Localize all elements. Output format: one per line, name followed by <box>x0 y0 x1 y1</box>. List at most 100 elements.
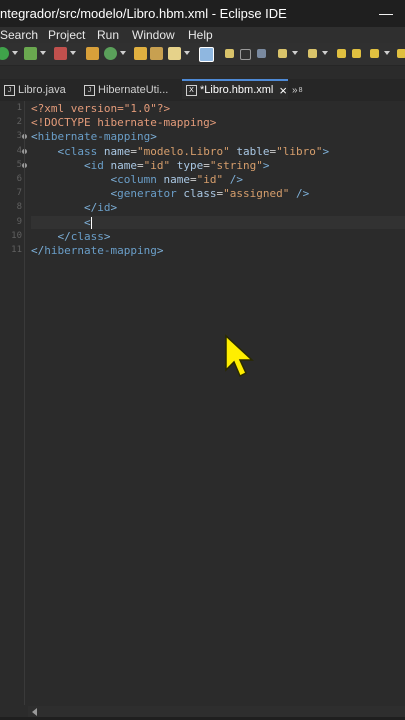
code-token: id <box>90 158 104 172</box>
tab-overflow[interactable]: » 8 <box>292 79 302 101</box>
minimize-button[interactable]: — <box>379 5 393 21</box>
code-token: column <box>117 173 157 186</box>
highlight-icon[interactable] <box>199 47 214 62</box>
xml-editor[interactable]: 1 2 3 4 5 6 7 8 9 10 11 <?xml version="1.0"?> <!DOC… <box>0 101 405 705</box>
code-token: = <box>130 144 137 158</box>
next-annotation-icon[interactable] <box>278 49 287 58</box>
toolbar <box>0 43 405 66</box>
menu-help[interactable]: Help <box>188 28 213 42</box>
code-line[interactable]: <column name="id" /> <box>31 173 243 186</box>
toggle-mark-icon[interactable] <box>225 49 234 58</box>
menu-run[interactable]: Run <box>97 28 119 42</box>
window-title: ntegrador/src/modelo/Libro.hbm.xml - Ecl… <box>0 6 287 21</box>
open-type-icon[interactable] <box>150 47 163 60</box>
menu-search[interactable]: Search <box>0 28 38 42</box>
code-line[interactable]: </id> <box>31 201 117 214</box>
scroll-left-icon[interactable] <box>32 708 37 716</box>
tab-label: Libro.java <box>18 84 66 96</box>
code-token: > <box>103 229 111 243</box>
code-line[interactable]: </class> <box>31 230 111 243</box>
line-number: 6 <box>16 174 22 184</box>
line-number: 8 <box>16 202 22 213</box>
code-token: generator <box>117 187 177 201</box>
code-token: table <box>236 144 270 158</box>
horizontal-scrollbar[interactable] <box>28 706 405 717</box>
java-file-icon: J <box>4 84 15 96</box>
code-line[interactable]: <?xml version="1.0"?> <box>31 102 170 115</box>
refresh-icon[interactable] <box>104 47 117 60</box>
code-token: > <box>262 158 270 172</box>
code-token: class <box>64 144 98 158</box>
menu-window[interactable]: Window <box>132 28 175 42</box>
chevron-down-icon[interactable] <box>184 51 190 55</box>
xml-file-icon: X <box>186 84 197 96</box>
block-selection-icon[interactable] <box>240 49 251 60</box>
code-token: name <box>103 144 131 158</box>
pencil-icon[interactable] <box>168 47 181 60</box>
code-token: < <box>83 215 91 229</box>
code-line[interactable]: < <box>31 216 91 229</box>
back-icon[interactable] <box>352 49 361 58</box>
line-number-gutter: 1 2 3 4 5 6 7 8 9 10 11 <box>0 101 27 705</box>
chevron-down-icon[interactable] <box>40 51 46 55</box>
code-token: > <box>322 144 330 158</box>
external-tools-icon[interactable] <box>54 47 67 60</box>
code-token: class <box>70 229 104 243</box>
close-icon[interactable]: × <box>279 83 287 98</box>
code-line[interactable]: <class name="modelo.Libro" table="libro"… <box>31 144 330 158</box>
code-token: /> <box>295 187 310 201</box>
chevron-down-icon[interactable] <box>384 51 390 55</box>
code-token: </ <box>31 244 45 257</box>
code-line[interactable]: <hibernate-mapping> <box>31 130 157 143</box>
code-token: </ <box>83 201 98 215</box>
mouse-pointer-icon <box>225 334 254 378</box>
new-icon[interactable] <box>86 47 99 60</box>
line-number: 9 <box>16 216 22 227</box>
tab-hibernate-util[interactable]: J HibernateUti... <box>84 79 168 101</box>
code-token: /> <box>229 173 243 186</box>
menu-project[interactable]: Project <box>48 28 85 42</box>
line-number: 10 <box>11 230 22 241</box>
code-token: name <box>163 173 190 186</box>
code-token: "string" <box>209 158 263 172</box>
code-token: = <box>203 158 210 172</box>
code-line[interactable]: <generator class="assigned" /> <box>31 187 309 200</box>
chevron-down-icon[interactable] <box>292 51 298 55</box>
back-icon[interactable] <box>370 49 379 58</box>
code-token: "assigned" <box>223 187 290 201</box>
code-line[interactable]: <id name="id" type="string"> <box>31 159 269 172</box>
prev-annotation-icon[interactable] <box>308 49 317 58</box>
line-number: 1 <box>16 103 22 113</box>
tab-libro-hbm-xml[interactable]: X *Libro.hbm.xml × <box>182 79 288 99</box>
code-token: < <box>31 130 38 144</box>
chevron-down-icon[interactable] <box>120 51 126 55</box>
chevron-down-icon[interactable] <box>12 51 18 55</box>
code-token: name <box>110 158 137 172</box>
code-line[interactable]: <!DOCTYPE hibernate-mapping> <box>31 116 216 129</box>
menu-bar: Search Project Run Window Help <box>0 27 405 43</box>
code-line[interactable]: </hibernate-mapping> <box>31 244 163 257</box>
title-bar: ntegrador/src/modelo/Libro.hbm.xml - Ecl… <box>0 0 405 27</box>
run-icon[interactable] <box>0 47 9 60</box>
code-token: "id" <box>196 173 224 186</box>
code-token: id <box>97 201 111 215</box>
debug-icon[interactable] <box>24 47 37 60</box>
forward-icon[interactable] <box>397 49 405 58</box>
chevron-down-icon[interactable] <box>322 51 328 55</box>
line-number: 11 <box>11 245 22 255</box>
show-whitespace-icon[interactable] <box>257 49 266 58</box>
tab-libro-java[interactable]: J Libro.java <box>4 79 66 101</box>
back-icon[interactable] <box>337 49 346 58</box>
chevron-down-icon[interactable] <box>70 51 76 55</box>
code-token: <!DOCTYPE hibernate-mapping> <box>31 116 217 130</box>
open-folder-icon[interactable] <box>134 47 147 60</box>
